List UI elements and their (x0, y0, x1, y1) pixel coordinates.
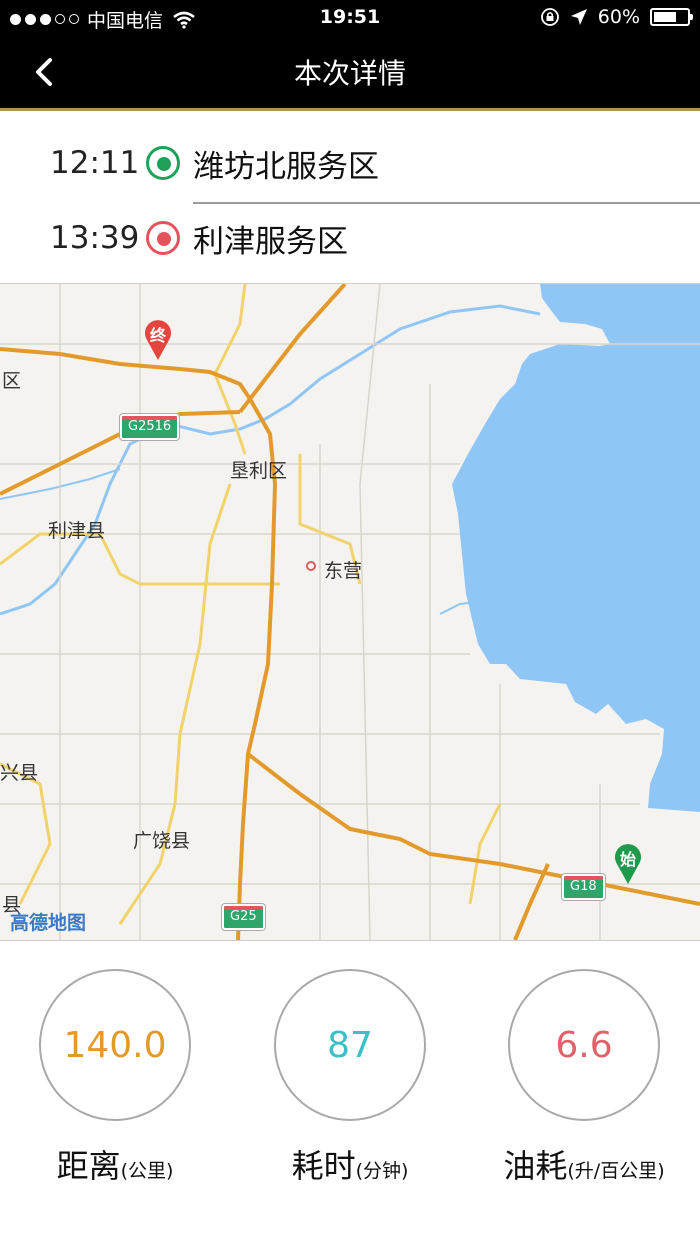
fuel-value: 6.6 (508, 969, 660, 1121)
navigation-bar: 本次详情 (0, 36, 700, 111)
route-start-row: 12:11 潍坊北服务区 (0, 133, 700, 193)
map-label-kenli: 垦利区 (230, 460, 288, 482)
map-label-xingxian: 兴县 (0, 762, 39, 784)
duration-unit: (分钟) (355, 1160, 409, 1182)
status-bar: 中国电信 19:51 60% (0, 0, 700, 36)
start-time: 12:11 (50, 145, 140, 181)
end-point-icon (146, 221, 180, 255)
duration-value: 87 (274, 969, 426, 1121)
start-point-icon (146, 146, 180, 180)
highway-shield-g2516: G2516 (120, 414, 180, 440)
distance-label: 距离 (56, 1147, 121, 1185)
page-title: 本次详情 (293, 57, 406, 90)
map-canvas (0, 284, 700, 940)
map-provider-logo: 高德地图 (10, 912, 87, 934)
highway-shield-g18: G18 (562, 874, 605, 900)
map-label-guangrao: 广饶县 (133, 830, 191, 852)
start-location: 潍坊北服务区 (193, 148, 379, 185)
end-pin-label: 终 (149, 326, 166, 345)
stat-duration: 87 耗时(分钟) (230, 969, 470, 1187)
route-summary: 12:11 潍坊北服务区 13:39 利津服务区 (0, 111, 700, 284)
route-map[interactable]: 区 垦利区 利津县 东营 兴县 广饶县 县 G2516 G18 G25 终 始 … (0, 284, 700, 941)
distance-value: 140.0 (39, 969, 191, 1121)
battery-icon (650, 8, 693, 26)
stat-fuel: 6.6 油耗(升/百公里) (464, 969, 700, 1187)
trip-stats: 140.0 距离(公里) 87 耗时(分钟) 6.6 油耗(升/百公里) (0, 941, 700, 1244)
map-label-dongying: 东营 (324, 560, 363, 582)
fuel-label: 油耗 (503, 1147, 568, 1185)
rotation-lock-icon (540, 8, 559, 26)
end-time: 13:39 (50, 220, 140, 256)
route-divider (193, 202, 700, 204)
map-label-qu: 区 (2, 370, 22, 392)
start-pin-label: 始 (619, 850, 636, 869)
highway-shield-g25: G25 (222, 904, 265, 930)
battery-percent: 60% (597, 6, 640, 28)
duration-label: 耗时 (291, 1147, 356, 1185)
stat-distance: 140.0 距离(公里) (0, 969, 235, 1187)
end-location: 利津服务区 (193, 223, 348, 260)
fuel-unit: (升/百公里) (567, 1160, 665, 1182)
map-label-lijin: 利津县 (48, 520, 106, 542)
start-marker-pin[interactable]: 始 (613, 840, 643, 884)
distance-unit: (公里) (120, 1160, 174, 1182)
location-arrow-icon (570, 9, 587, 25)
route-end-row: 13:39 利津服务区 (0, 208, 700, 268)
status-right: 60% (540, 6, 693, 28)
end-marker-pin[interactable]: 终 (143, 316, 173, 360)
